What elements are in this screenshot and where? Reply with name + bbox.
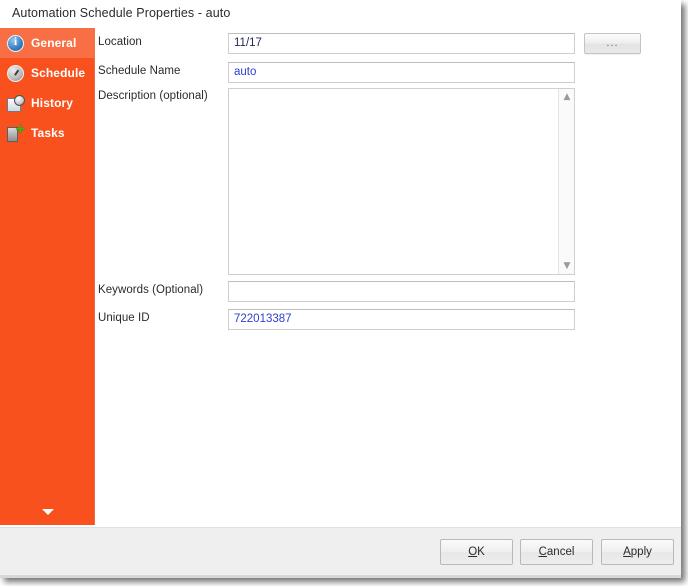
label-keywords: Keywords (Optional) xyxy=(98,284,204,296)
sidebar-item-label-general: General xyxy=(31,36,77,50)
apply-button[interactable]: Apply xyxy=(601,539,674,565)
label-schedule-name: Schedule Name xyxy=(98,65,181,77)
sidebar-item-label-tasks: Tasks xyxy=(31,126,65,140)
description-scrollbar[interactable]: ▲ ▼ xyxy=(558,89,574,274)
label-unique-id: Unique ID xyxy=(98,312,150,324)
sidebar-nav: General Schedule History Tasks xyxy=(0,28,95,525)
sidebar-item-tasks[interactable]: Tasks xyxy=(0,118,95,148)
sidebar-item-general[interactable]: General xyxy=(0,28,95,58)
schedule-name-input[interactable]: auto xyxy=(228,62,575,83)
sidebar-item-label-history: History xyxy=(31,96,74,110)
sidebar-item-label-schedule: Schedule xyxy=(31,66,86,80)
form-panel: Location 11/17 ... Schedule Name auto De… xyxy=(96,28,681,525)
sidebar-item-history[interactable]: History xyxy=(0,88,95,118)
cancel-button[interactable]: Cancel xyxy=(520,539,593,565)
history-icon xyxy=(7,94,25,112)
unique-id-input[interactable]: 722013387 xyxy=(228,309,575,330)
info-icon xyxy=(7,34,24,52)
ok-button[interactable]: OK xyxy=(440,539,513,565)
chevron-down-icon xyxy=(41,509,54,515)
label-description: Description (optional) xyxy=(98,90,208,102)
title-bar: Automation Schedule Properties - auto xyxy=(0,0,681,28)
chevron-down-icon[interactable]: ▼ xyxy=(559,258,575,274)
description-textarea[interactable]: ▲ ▼ xyxy=(228,88,575,275)
dialog-footer: OK Cancel Apply xyxy=(0,527,681,575)
location-input[interactable]: 11/17 xyxy=(228,33,575,54)
sidebar-scroll-down-button[interactable] xyxy=(0,507,95,517)
tasks-icon xyxy=(7,122,25,142)
window-title: Automation Schedule Properties - auto xyxy=(12,6,231,20)
window-bottom-edge xyxy=(0,575,681,578)
label-location: Location xyxy=(98,36,142,48)
sidebar-item-schedule[interactable]: Schedule xyxy=(0,58,95,88)
keywords-input[interactable] xyxy=(228,281,575,302)
chevron-up-icon[interactable]: ▲ xyxy=(559,89,575,105)
dialog-window: Automation Schedule Properties - auto Ge… xyxy=(0,0,681,578)
clock-icon xyxy=(7,64,24,82)
browse-button[interactable]: ... xyxy=(584,33,641,54)
